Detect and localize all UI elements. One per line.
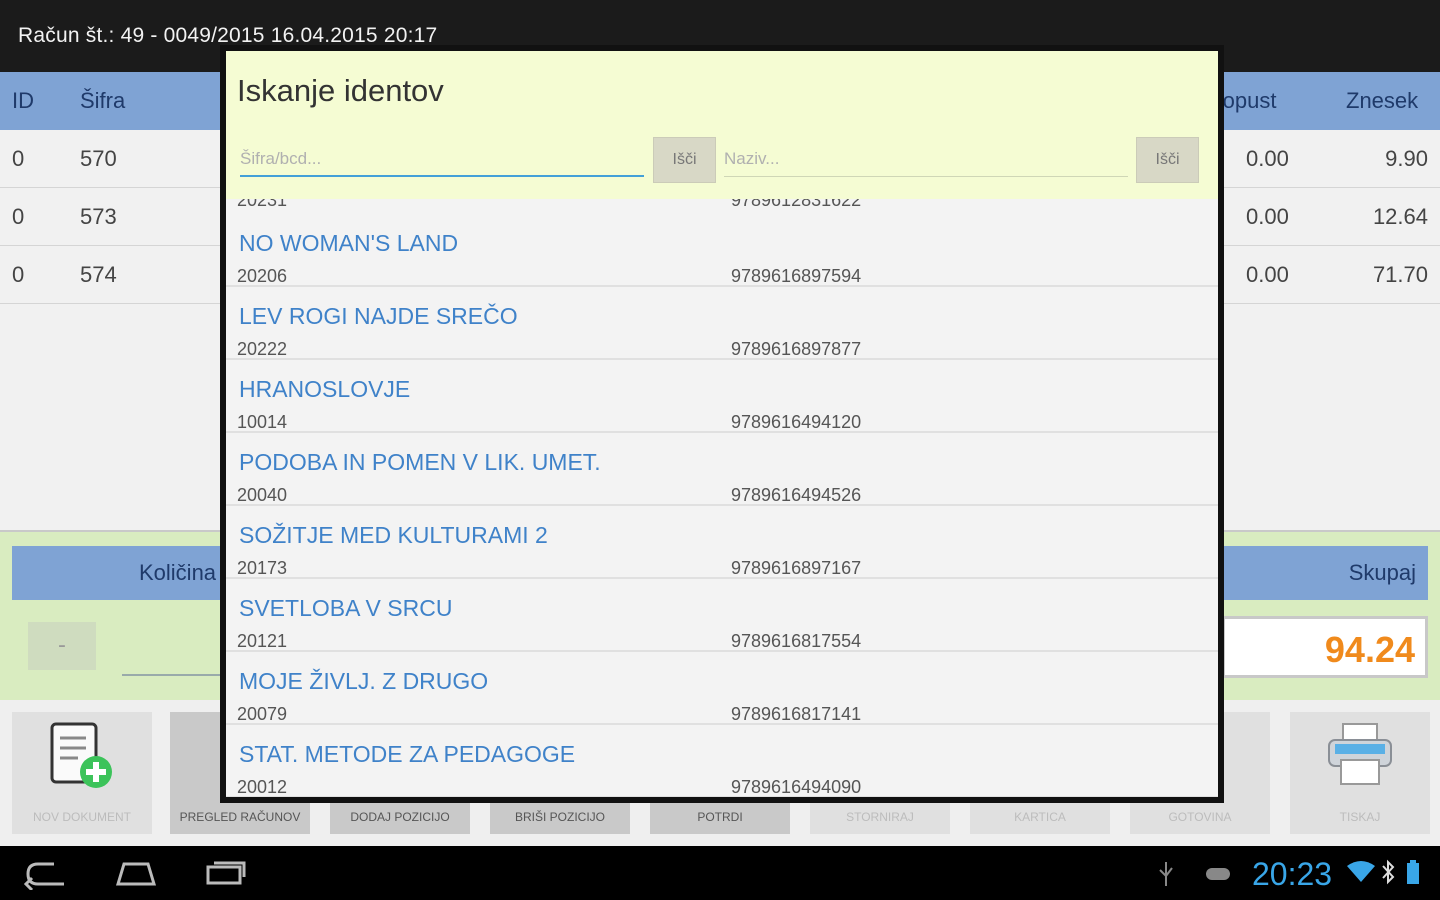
item-ean: 9789616494090 — [731, 777, 862, 797]
item-ean: 9789616494526 — [731, 485, 862, 505]
dialog-body: Iskanje identov Išči Išči 20231 97896128… — [226, 51, 1218, 797]
cell-sifra: 570 — [80, 146, 117, 171]
item-code: 10014 — [237, 412, 288, 432]
battery-icon — [1407, 860, 1419, 884]
item-ean: 9789616897594 — [731, 266, 862, 286]
dialog-header: Iskanje identov Išči Išči — [226, 51, 1218, 199]
usb-icon — [1159, 862, 1173, 886]
column-header-znesek: Znesek — [1346, 88, 1419, 113]
list-item[interactable]: SVETLOBA V SRCU 20121 9789616817554 — [226, 579, 1218, 652]
delete-position-label: BRIŠI POZICIJO — [514, 810, 605, 824]
item-name: SVETLOBA V SRCU — [239, 595, 453, 621]
quantity-field[interactable] — [122, 674, 232, 676]
total-amount: 94.24 — [1324, 629, 1415, 670]
item-code: 20012 — [237, 777, 288, 797]
item-ean: 9789612831622 — [731, 199, 862, 210]
back-icon[interactable] — [24, 860, 68, 890]
system-navigation-bar: 20:23 — [0, 846, 1440, 900]
recent-apps-icon[interactable] — [204, 859, 248, 887]
item-code: 20173 — [237, 558, 288, 578]
item-name: PODOBA IN POMEN V LIK. UMET. — [239, 449, 601, 475]
item-name: MOJE ŽIVLJ. Z DRUGO — [239, 668, 489, 694]
cell-znesek: 9.90 — [1385, 146, 1428, 171]
item-ean: 9789616897877 — [731, 339, 862, 359]
item-ean: 9789616817141 — [731, 704, 862, 724]
item-ean: 9789616817554 — [731, 631, 862, 651]
wifi-icon — [1347, 861, 1375, 882]
list-item[interactable]: NO WOMAN'S LAND 20206 9789616897594 — [226, 214, 1218, 287]
cell-id: 0 — [12, 204, 25, 229]
list-item[interactable]: HRANOSLOVJE 10014 9789616494120 — [226, 360, 1218, 433]
dialog-title: Iskanje identov — [237, 73, 444, 108]
item-code: 20040 — [237, 485, 288, 505]
cell-id: 0 — [12, 262, 25, 287]
skupaj-label: Skupaj — [1348, 560, 1416, 585]
cell-znesek: 12.64 — [1372, 204, 1428, 229]
code-search-input[interactable] — [240, 143, 644, 175]
column-header-sifra: Šifra — [80, 88, 126, 113]
item-name: NO WOMAN'S LAND — [239, 230, 459, 256]
item-ean: 9789616494120 — [731, 412, 862, 432]
cell-id: 0 — [12, 146, 25, 171]
bluetooth-icon — [1382, 859, 1395, 885]
total-display: 94.24 — [1222, 616, 1428, 678]
list-item[interactable]: MOJE ŽIVLJ. Z DRUGO 20079 9789616817141 — [226, 652, 1218, 725]
print-button[interactable]: TISKAJ — [1290, 712, 1430, 834]
card-label: KARTICA — [1014, 810, 1066, 824]
new-document-label: NOV DOKUMENT — [32, 810, 131, 824]
column-header-id: ID — [12, 88, 34, 113]
storno-label: STORNIRAJ — [846, 810, 914, 824]
search-code-button[interactable]: Išči — [653, 137, 716, 183]
invoice-list-label: PREGLED RAČUNOV — [179, 810, 301, 824]
cell-sifra: 574 — [80, 262, 117, 287]
gamepad-icon — [1206, 868, 1230, 880]
item-code: 20121 — [237, 631, 288, 651]
search-name-button[interactable]: Išči — [1136, 137, 1199, 183]
item-name: HRANOSLOVJE — [239, 376, 411, 402]
item-code: 20079 — [237, 704, 288, 724]
printer-icon — [1328, 723, 1392, 785]
code-search-field[interactable] — [240, 143, 644, 177]
print-label: TISKAJ — [1339, 810, 1381, 824]
item-ean: 9789616897167 — [731, 558, 862, 578]
decrease-quantity-button[interactable]: - — [28, 622, 96, 670]
kolicina-label: Količina — [139, 560, 217, 585]
cell-znesek: 71.70 — [1372, 262, 1428, 287]
list-item[interactable]: STAT. METODE ZA PEDAGOGE 20012 978961649… — [226, 725, 1218, 797]
cell-popust: 0.00 — [1246, 204, 1289, 229]
list-item[interactable]: PODOBA IN POMEN V LIK. UMET. 20040 97896… — [226, 433, 1218, 506]
add-position-label: DODAJ POZICIJO — [350, 810, 450, 824]
search-idents-dialog: Iskanje identov Išči Išči 20231 97896128… — [220, 45, 1224, 803]
new-document-icon — [50, 722, 112, 788]
item-name: STAT. METODE ZA PEDAGOGE — [239, 741, 576, 767]
confirm-label: POTRDI — [697, 810, 743, 824]
cash-label: GOTOVINA — [1168, 810, 1232, 824]
item-name: SOŽITJE MED KULTURAMI 2 — [239, 522, 548, 548]
cell-popust: 0.00 — [1246, 146, 1289, 171]
name-search-field[interactable] — [724, 143, 1128, 177]
list-item-partial[interactable]: 20231 9789612831622 — [226, 199, 1218, 215]
item-code: 20231 — [237, 199, 288, 210]
cell-popust: 0.00 — [1246, 262, 1289, 287]
item-code: 20222 — [237, 339, 288, 359]
item-code: 20206 — [237, 266, 288, 286]
home-icon[interactable] — [114, 860, 158, 886]
list-item[interactable]: SOŽITJE MED KULTURAMI 2 20173 9789616897… — [226, 506, 1218, 579]
item-name: LEV ROGI NAJDE SREČO — [239, 303, 518, 329]
name-search-input[interactable] — [724, 143, 1128, 175]
cell-sifra: 573 — [80, 204, 117, 229]
results-list[interactable]: 20231 9789612831622 NO WOMAN'S LAND 2020… — [226, 199, 1218, 797]
new-document-button[interactable]: NOV DOKUMENT — [12, 712, 152, 834]
list-item[interactable]: LEV ROGI NAJDE SREČO 20222 9789616897877 — [226, 287, 1218, 360]
clock: 20:23 — [1252, 856, 1333, 892]
